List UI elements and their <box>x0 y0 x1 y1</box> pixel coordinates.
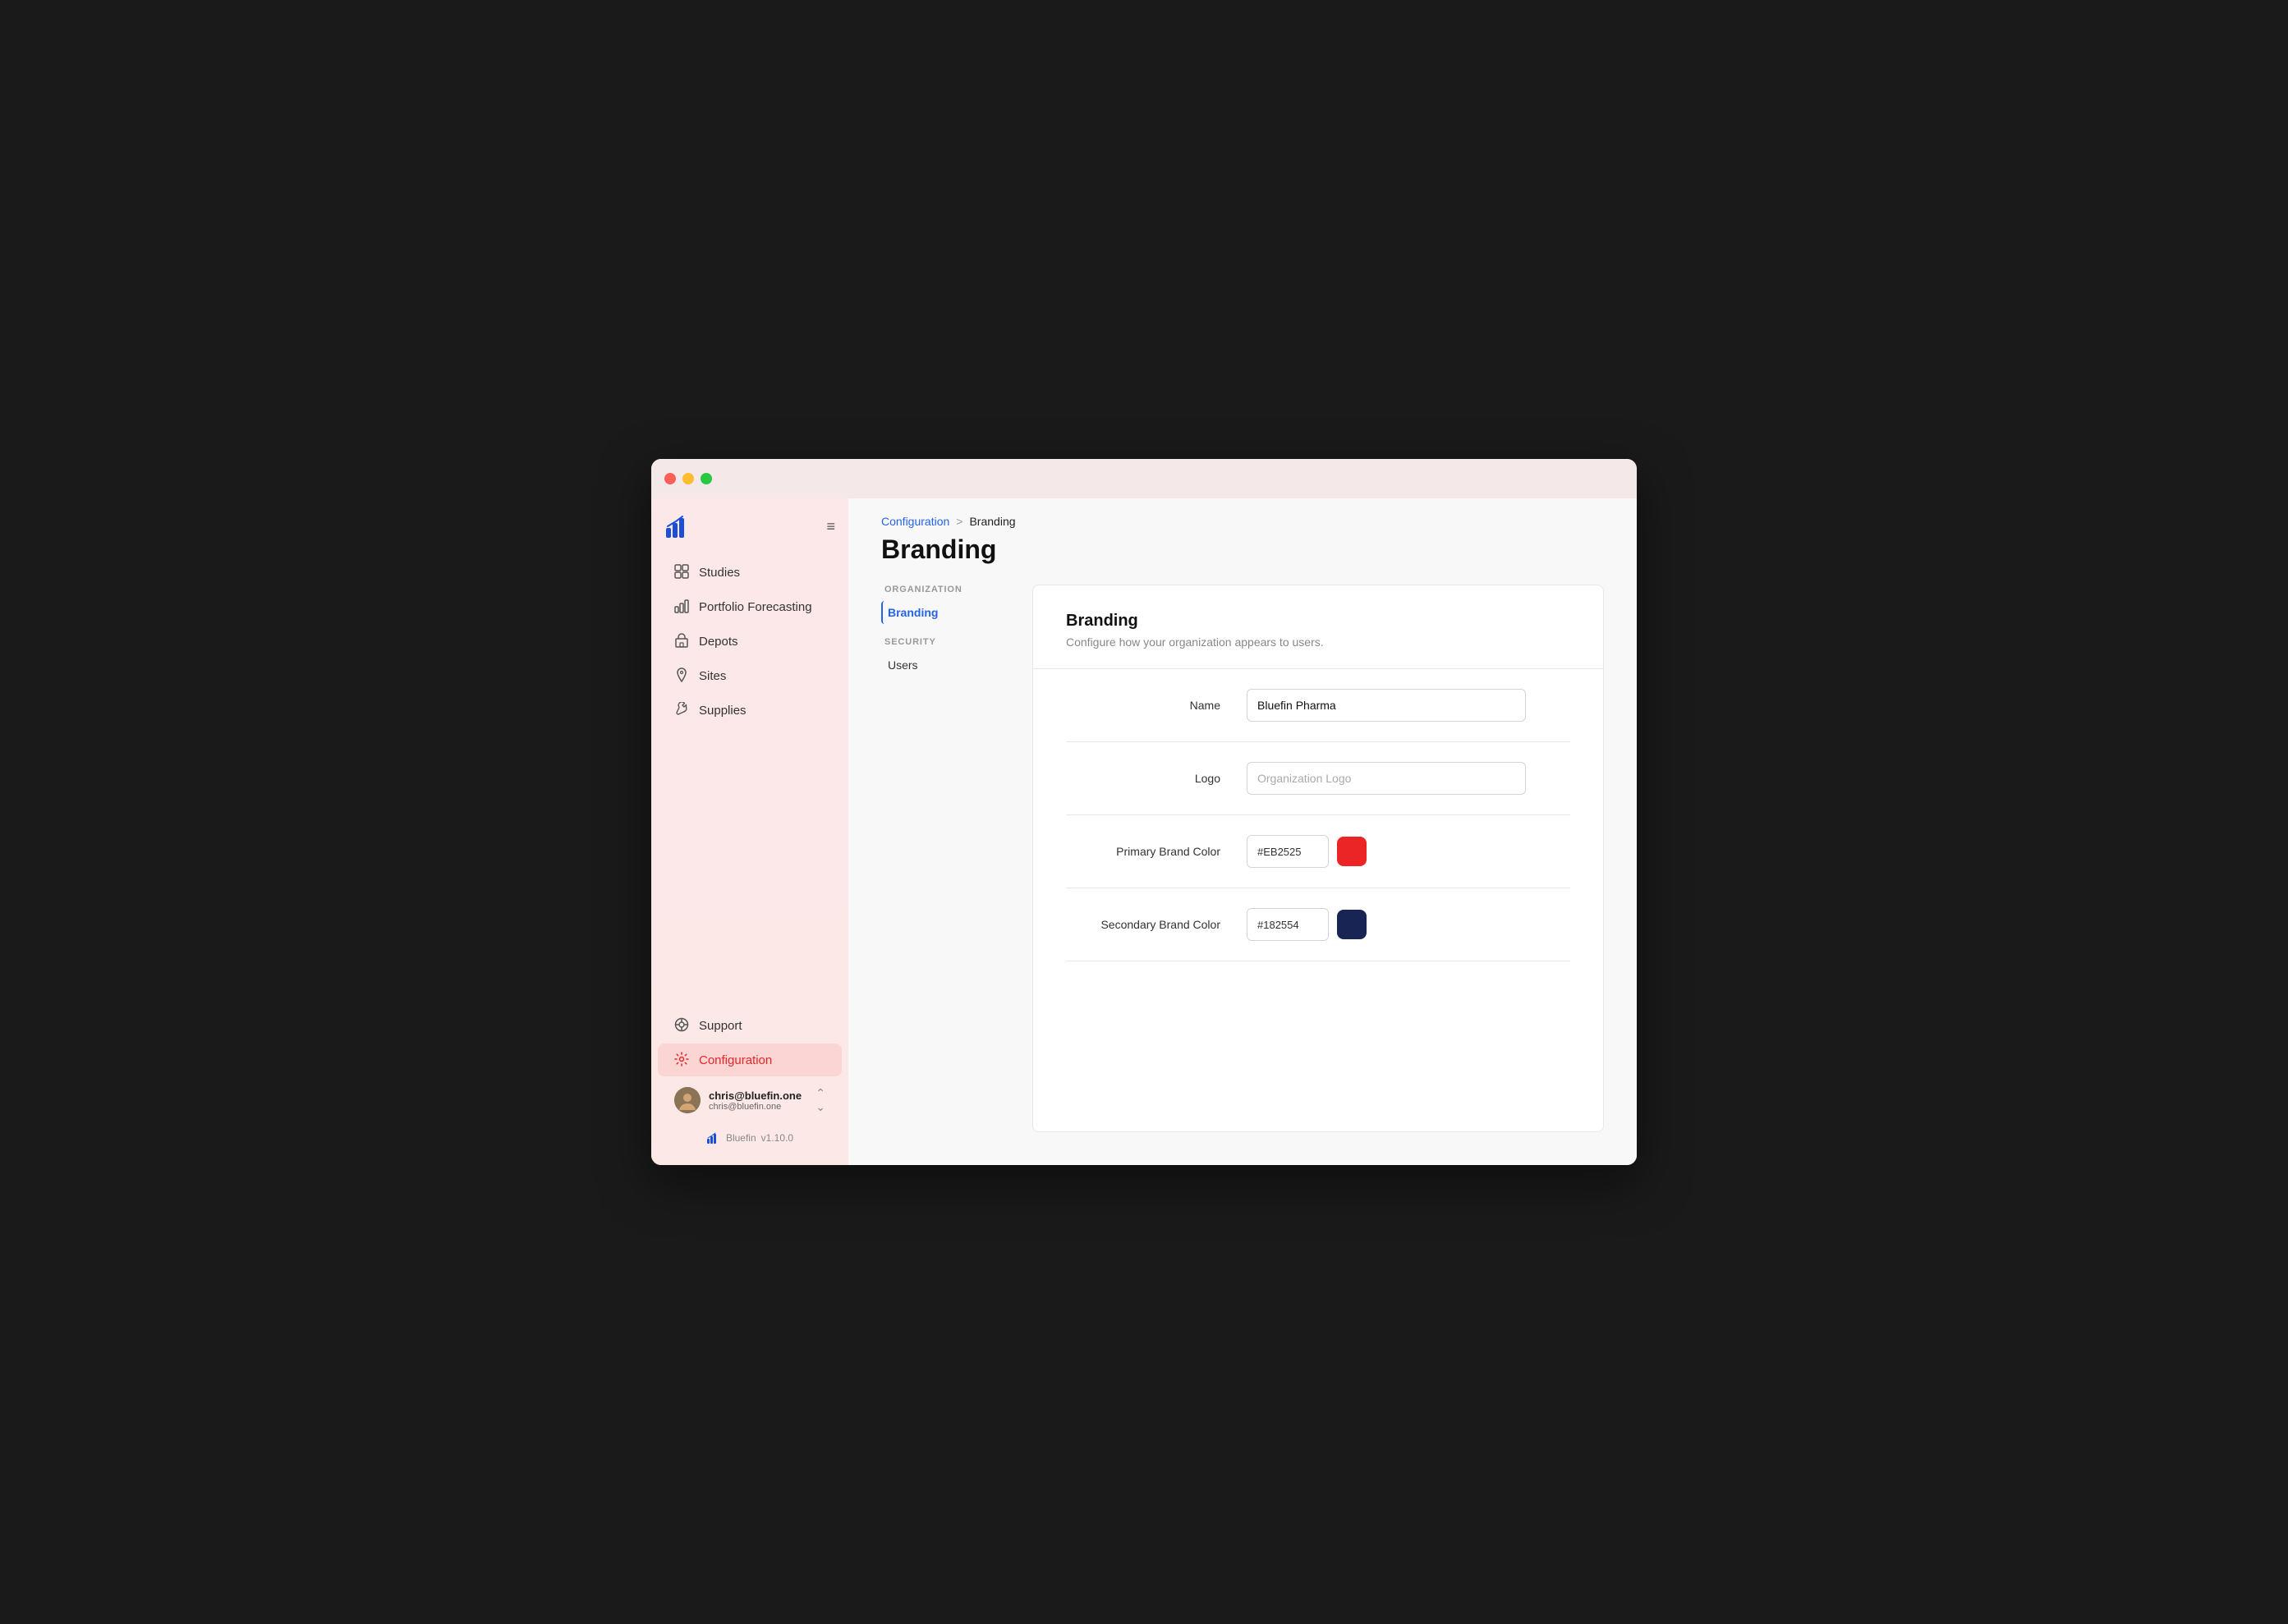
user-name: chris@bluefin.one <box>709 1090 807 1102</box>
minimize-button[interactable] <box>682 473 694 484</box>
breadcrumb-current: Branding <box>969 515 1015 528</box>
sidebar-item-support[interactable]: Support <box>658 1009 842 1042</box>
logo-icon <box>664 512 694 541</box>
sidebar-item-supplies[interactable]: Supplies <box>658 694 842 727</box>
user-section[interactable]: chris@bluefin.one chris@bluefin.one ⌃⌄ <box>658 1078 842 1122</box>
app-body: ≡ Studies <box>651 498 1637 1165</box>
primary-color-swatch[interactable] <box>1337 837 1367 866</box>
grid-icon <box>674 564 691 580</box>
sidebar-nav: Studies Portfolio Forecasting <box>651 548 848 1001</box>
sidebar-item-label: Studies <box>699 566 740 580</box>
sidebar-item-sites[interactable]: Sites <box>658 659 842 692</box>
user-info: chris@bluefin.one chris@bluefin.one <box>709 1090 807 1112</box>
user-email: chris@bluefin.one <box>709 1102 807 1112</box>
breadcrumb-parent[interactable]: Configuration <box>881 515 949 528</box>
version-label: Bluefin <box>726 1132 756 1144</box>
settings-nav: ORGANIZATION Branding SECURITY Users <box>881 585 1013 1132</box>
form-label-logo: Logo <box>1066 772 1247 785</box>
wrench-icon <box>674 702 691 718</box>
chart-icon <box>674 599 691 615</box>
branding-panel-title: Branding <box>1066 612 1570 631</box>
settings-nav-section-title-organization: ORGANIZATION <box>881 585 1013 594</box>
sidebar-item-label: Support <box>699 1019 742 1033</box>
branding-panel-description: Configure how your organization appears … <box>1066 635 1570 649</box>
maximize-button[interactable] <box>701 473 712 484</box>
content-area: ORGANIZATION Branding SECURITY Users <box>848 585 1637 1165</box>
version-number: v1.10.0 <box>761 1132 793 1144</box>
settings-nav-section-security: SECURITY Users <box>881 637 1013 677</box>
logo-input[interactable] <box>1247 762 1526 795</box>
support-icon <box>674 1017 691 1034</box>
settings-nav-item-users[interactable]: Users <box>881 654 1013 677</box>
gear-icon <box>674 1052 691 1068</box>
form-row-primary-color: Primary Brand Color <box>1066 815 1570 888</box>
building-icon <box>674 633 691 649</box>
version-bar: Bluefin v1.10.0 <box>651 1124 848 1152</box>
breadcrumb: Configuration > Branding <box>848 498 1637 528</box>
chevron-updown-icon: ⌃⌄ <box>816 1086 825 1114</box>
secondary-color-input[interactable] <box>1247 908 1329 941</box>
sidebar: ≡ Studies <box>651 498 848 1165</box>
sidebar-item-portfolio-forecasting[interactable]: Portfolio Forecasting <box>658 590 842 623</box>
form-label-secondary-color: Secondary Brand Color <box>1066 918 1247 931</box>
sidebar-item-studies[interactable]: Studies <box>658 556 842 589</box>
form-label-primary-color: Primary Brand Color <box>1066 845 1247 858</box>
sidebar-item-label: Depots <box>699 635 738 649</box>
sidebar-item-label: Sites <box>699 669 726 683</box>
breadcrumb-separator: > <box>956 515 963 528</box>
sidebar-item-label: Configuration <box>699 1053 772 1067</box>
secondary-color-swatch[interactable] <box>1337 910 1367 939</box>
settings-nav-item-label: Branding <box>888 606 938 619</box>
avatar <box>674 1087 701 1113</box>
sidebar-item-label: Portfolio Forecasting <box>699 600 812 614</box>
primary-color-input[interactable] <box>1247 835 1329 868</box>
form-row-logo: Logo <box>1066 742 1570 815</box>
settings-nav-item-branding[interactable]: Branding <box>881 601 1013 624</box>
form-row-secondary-color: Secondary Brand Color <box>1066 888 1570 961</box>
close-button[interactable] <box>664 473 676 484</box>
main-content: Configuration > Branding Branding ORGANI… <box>848 498 1637 1165</box>
secondary-color-row <box>1247 908 1367 941</box>
sidebar-item-depots[interactable]: Depots <box>658 625 842 658</box>
titlebar <box>651 459 1637 498</box>
page-title: Branding <box>881 534 1604 565</box>
traffic-lights <box>664 473 712 484</box>
form-row-name: Name <box>1066 669 1570 742</box>
branding-panel: Branding Configure how your organization… <box>1032 585 1604 1132</box>
form-label-name: Name <box>1066 699 1247 712</box>
settings-nav-section-organization: ORGANIZATION Branding <box>881 585 1013 624</box>
name-input[interactable] <box>1247 689 1526 722</box>
sidebar-item-configuration[interactable]: Configuration <box>658 1044 842 1076</box>
hamburger-button[interactable]: ≡ <box>826 519 835 534</box>
sidebar-item-label: Supplies <box>699 704 747 718</box>
location-icon <box>674 667 691 684</box>
settings-nav-item-label: Users <box>888 658 918 672</box>
app-window: ≡ Studies <box>651 459 1637 1165</box>
page-title-row: Branding <box>848 528 1637 585</box>
primary-color-row <box>1247 835 1367 868</box>
settings-nav-section-title-security: SECURITY <box>881 637 1013 647</box>
sidebar-top: ≡ <box>651 498 848 548</box>
sidebar-bottom: Support Configuration <box>651 1001 848 1165</box>
